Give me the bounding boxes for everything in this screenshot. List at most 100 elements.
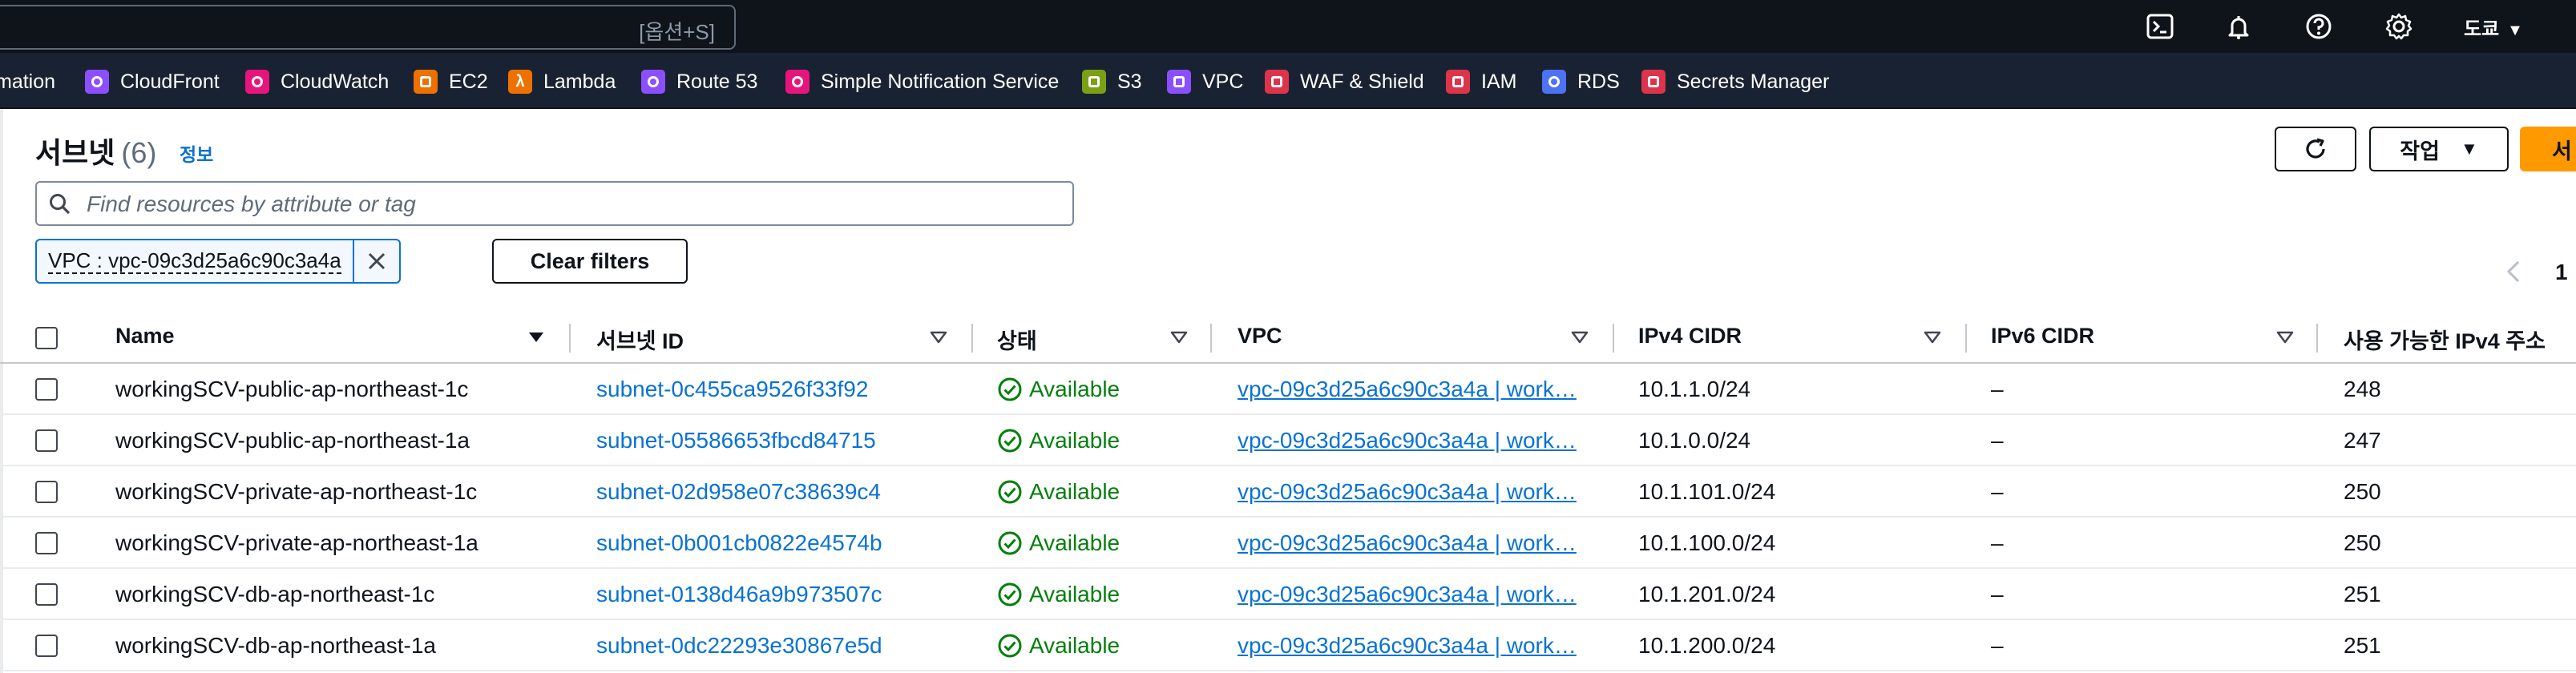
check-circle-icon (998, 582, 1022, 607)
row-checkbox[interactable] (35, 635, 58, 657)
sort-icon[interactable] (1169, 327, 1189, 348)
ipv6-cidr: – (1991, 582, 2004, 607)
favorites-bar: mation CloudFront CloudWatch EC2 λ Lambd… (0, 53, 2576, 109)
favorite-lambda[interactable]: λ Lambda (508, 69, 616, 95)
favorite-label: mation (0, 70, 56, 93)
subnet-id-link[interactable]: subnet-0138d46a9b973507c (596, 582, 882, 607)
subnet-id-link[interactable]: subnet-0c455ca9526f33f92 (596, 377, 868, 402)
refresh-button[interactable] (2275, 127, 2356, 171)
actions-label: 작업 (2400, 139, 2440, 163)
sort-icon[interactable] (2275, 327, 2295, 348)
available-ipv4-count: 251 (2344, 582, 2381, 607)
column-header-ipv6-cidr[interactable]: IPv6 CIDR (1991, 324, 2094, 349)
subnet-name: workingSCV-public-ap-northeast-1a (115, 428, 470, 453)
close-icon (368, 252, 385, 270)
status-available: Available (997, 479, 1120, 505)
subnet-name: workingSCV-private-ap-northeast-1a (115, 530, 478, 555)
subnet-id-link[interactable]: subnet-0b001cb0822e4574b (596, 530, 882, 556)
vpc-link[interactable]: vpc-09c3d25a6c90c3a4a | work… (1238, 479, 1587, 505)
available-ipv4-count: 251 (2344, 633, 2381, 658)
status-available: Available (997, 633, 1120, 659)
property-filter[interactable] (35, 181, 1074, 226)
sort-icon[interactable] (1569, 327, 1590, 348)
chevron-down-icon: ▼ (2507, 22, 2523, 39)
column-separator[interactable] (569, 324, 571, 353)
help-icon[interactable] (2303, 11, 2334, 42)
vpc-link[interactable]: vpc-09c3d25a6c90c3a4a | work… (1238, 428, 1587, 453)
search-icon (50, 194, 71, 215)
table-row[interactable]: workingSCV-public-ap-northeast-1a subnet… (0, 415, 2576, 466)
notifications-bell-icon[interactable] (2223, 11, 2254, 42)
table-row[interactable]: workingSCV-db-ap-northeast-1a subnet-0dc… (0, 620, 2576, 671)
subnet-id-link[interactable]: subnet-05586653fbcd84715 (596, 428, 876, 453)
column-header-ipv4-cidr[interactable]: IPv4 CIDR (1638, 324, 1742, 349)
actions-dropdown-button[interactable]: 작업 ▼ (2369, 127, 2509, 171)
table-row[interactable]: workingSCV-private-ap-northeast-1a subne… (0, 518, 2576, 569)
check-circle-icon (998, 531, 1022, 555)
settings-gear-icon[interactable] (2384, 11, 2414, 42)
select-all-checkbox[interactable] (35, 327, 58, 349)
cloudfront-icon (85, 70, 109, 94)
row-checkbox[interactable] (35, 481, 58, 503)
subnet-name: workingSCV-db-ap-northeast-1c (115, 582, 435, 607)
cloudshell-icon[interactable] (2145, 11, 2175, 42)
column-separator[interactable] (1965, 324, 1967, 353)
filter-search-input[interactable] (87, 189, 1048, 220)
column-header-vpc[interactable]: VPC (1238, 324, 1282, 349)
vpc-link[interactable]: vpc-09c3d25a6c90c3a4a | work… (1238, 377, 1587, 402)
column-header-subnet-id[interactable]: 서브넷 ID (596, 324, 684, 355)
available-ipv4-count: 250 (2344, 530, 2381, 555)
favorite-s3[interactable]: S3 (1082, 69, 1142, 95)
row-checkbox[interactable] (35, 583, 58, 606)
create-label: 서 (2552, 139, 2572, 163)
favorite-rds[interactable]: RDS (1542, 69, 1620, 95)
row-checkbox[interactable] (35, 532, 58, 554)
vpc-link[interactable]: vpc-09c3d25a6c90c3a4a | work… (1238, 530, 1587, 556)
column-separator[interactable] (1613, 324, 1614, 353)
column-header-available-ipv4[interactable]: 사용 가능한 IPv4 주소 (2344, 324, 2546, 355)
sort-icon[interactable] (1922, 327, 1943, 348)
column-header-state[interactable]: 상태 (997, 324, 1037, 355)
row-checkbox[interactable] (35, 378, 58, 401)
page-title-text: 서브넷 (35, 136, 115, 169)
check-circle-icon (998, 634, 1022, 658)
page-number[interactable]: 1 (2555, 260, 2568, 285)
vpc-link[interactable]: vpc-09c3d25a6c90c3a4a | work… (1238, 633, 1587, 659)
create-subnet-button[interactable]: 서 (2520, 127, 2576, 171)
remove-filter-button[interactable] (354, 240, 399, 282)
filter-token-label: VPC : vpc-09c3d25a6c90c3a4a (48, 248, 341, 274)
row-checkbox[interactable] (35, 429, 58, 452)
subnet-id-link[interactable]: subnet-0dc22293e30867e5d (596, 633, 882, 659)
table-row[interactable]: workingSCV-public-ap-northeast-1c subnet… (0, 364, 2576, 415)
favorite-waf-shield[interactable]: WAF & Shield (1265, 69, 1424, 95)
favorite-cloudfront[interactable]: CloudFront (85, 69, 220, 95)
previous-page-button[interactable] (2505, 260, 2521, 289)
table-row[interactable]: workingSCV-private-ap-northeast-1c subne… (0, 466, 2576, 518)
clear-filters-button[interactable]: Clear filters (492, 239, 688, 284)
column-separator[interactable] (971, 324, 973, 353)
favorite-sns[interactable]: Simple Notification Service (785, 69, 1059, 95)
global-search-box[interactable]: [옵션+S] (0, 5, 736, 50)
favorite-iam[interactable]: IAM (1446, 69, 1516, 95)
region-selector[interactable]: 도쿄 ▼ (2464, 13, 2523, 41)
favorite-secrets-manager[interactable]: Secrets Manager (1641, 69, 1829, 95)
table-row[interactable]: workingSCV-db-ap-northeast-1c subnet-013… (0, 569, 2576, 620)
secrets-manager-icon (1641, 70, 1666, 94)
favorite-automation[interactable]: mation (0, 69, 55, 95)
sort-icon[interactable] (928, 327, 949, 348)
page-title: 서브넷 (6) (35, 130, 156, 171)
subnet-id-link[interactable]: subnet-02d958e07c38639c4 (596, 479, 881, 505)
favorite-ec2[interactable]: EC2 (414, 69, 488, 95)
info-link[interactable]: 정보 (180, 139, 213, 167)
ipv4-cidr: 10.1.101.0/24 (1638, 479, 1776, 504)
column-separator[interactable] (1210, 324, 1212, 353)
filter-token-text[interactable]: VPC : vpc-09c3d25a6c90c3a4a (37, 240, 354, 282)
sort-descending-icon[interactable] (526, 327, 547, 348)
favorite-route53[interactable]: Route 53 (641, 69, 757, 95)
favorite-vpc[interactable]: VPC (1167, 69, 1243, 95)
favorite-cloudwatch[interactable]: CloudWatch (245, 69, 389, 95)
vpc-link[interactable]: vpc-09c3d25a6c90c3a4a | work… (1238, 582, 1587, 607)
filter-token[interactable]: VPC : vpc-09c3d25a6c90c3a4a (35, 239, 401, 284)
column-header-name[interactable]: Name (115, 324, 175, 349)
column-separator[interactable] (2316, 324, 2318, 353)
